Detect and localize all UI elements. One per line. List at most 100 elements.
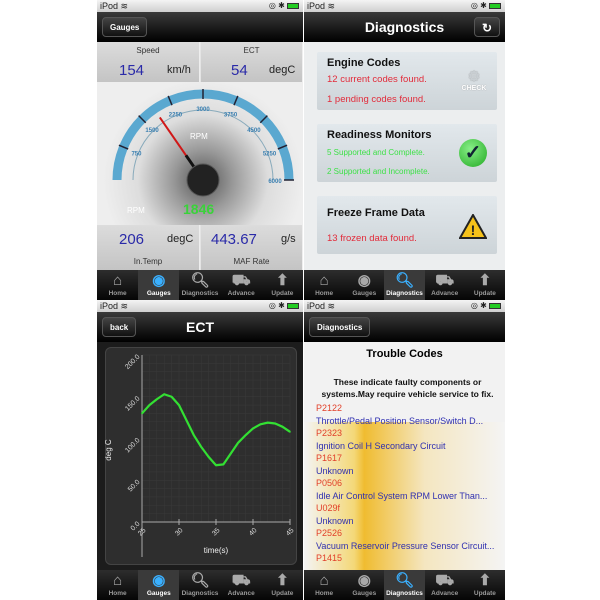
y-tick-label: 150.0 <box>124 395 141 412</box>
complete-text: 5 Supported and Complete. <box>327 148 425 157</box>
code-id: P2526 <box>316 528 343 538</box>
intake-temp-unit: degC <box>167 233 194 245</box>
tab-update[interactable]: ⬆ Update <box>465 270 505 300</box>
ect-data-point <box>237 441 239 444</box>
gauge-tick-label: 6000 <box>268 179 282 185</box>
pending-codes-text: 1 pending codes found. <box>327 94 426 105</box>
tab-advance[interactable]: ⛟ Advance <box>425 570 465 600</box>
arrow-up-icon: ⬆ <box>276 572 289 589</box>
wifi-icon: ≋ <box>327 301 336 311</box>
incomplete-text: 2 Supported and Incomplete. <box>327 167 430 176</box>
speed-box: Speed 154 km/h <box>97 42 200 82</box>
code-description: Vacuum Reservoir Pressure Sensor Circuit… <box>316 540 495 551</box>
trouble-code-row[interactable]: U029f Unknown <box>304 502 505 527</box>
trouble-code-row[interactable]: P2526 Vacuum Reservoir Pressure Sensor Ci… <box>304 527 505 552</box>
tab-label: Gauges <box>146 290 171 297</box>
tab-diagnostics[interactable]: 🔍︎ Diagnostics <box>384 270 425 300</box>
tab-gauges[interactable]: ◉ Gauges <box>344 570 384 600</box>
code-description: Ignition Coil H Secondary Circuit <box>316 440 446 451</box>
speed-unit: km/h <box>167 64 191 76</box>
tab-diagnostics[interactable]: 🔍︎ Diagnostics <box>179 570 220 600</box>
tab-diagnostics[interactable]: 🔍︎ Diagnostics <box>384 570 425 600</box>
x-tick-label: 35 <box>211 527 222 538</box>
status-bar: iPod ≋ ◎ ✱ <box>304 0 505 12</box>
code-id: P0506 <box>316 478 343 488</box>
battery-icon: ◎ ✱ <box>269 0 299 12</box>
car-icon: ⛟ <box>435 272 455 289</box>
ect-data-point <box>178 404 180 406</box>
tab-gauges[interactable]: ◉ Gauges <box>344 270 384 300</box>
ect-data-point <box>267 421 269 424</box>
magnifier-icon: 🔍︎ <box>190 272 210 289</box>
tab-label: Advance <box>227 290 255 297</box>
ect-data-point <box>193 434 195 436</box>
car-icon: ⛟ <box>231 572 251 589</box>
ect-data-point <box>156 398 158 401</box>
tab-gauges[interactable]: ◉ Gauges <box>138 570 180 600</box>
tab-update[interactable]: ⬆ Update <box>465 570 505 600</box>
tab-label: Diagnostics <box>181 290 219 297</box>
tab-label: Home <box>315 290 334 297</box>
gauge-icon: ◉ <box>357 272 371 289</box>
ect-unit: degC <box>269 64 296 76</box>
checkmark-icon: ✓ <box>459 139 487 167</box>
diagnostics-back-button[interactable]: Diagnostics <box>309 317 371 337</box>
tab-home[interactable]: ⌂ Home <box>97 270 138 300</box>
warning-icon: ! <box>459 214 487 239</box>
tab-label: Diagnostics <box>181 590 219 597</box>
gauge-icon: ◉ <box>152 272 166 289</box>
car-icon: ⛟ <box>231 272 251 289</box>
tab-label: Gauges <box>352 590 377 597</box>
gauges-button[interactable]: Gauges <box>102 17 148 37</box>
refresh-icon[interactable]: ↻ <box>473 17 500 37</box>
nav-bar: Diagnostics ↻ <box>304 12 505 42</box>
ect-value: 54 <box>231 62 248 79</box>
tab-home[interactable]: ⌂ Home <box>97 570 138 600</box>
ect-data-point <box>222 463 225 466</box>
tab-gauges[interactable]: ◉ Gauges <box>138 270 180 300</box>
tab-advance[interactable]: ⛟ Advance <box>221 270 262 300</box>
x-axis-label: time(s) <box>204 546 229 555</box>
speed-value: 154 <box>119 62 145 79</box>
y-axis-label: deg C <box>104 439 113 461</box>
tab-home[interactable]: ⌂ Home <box>304 270 344 300</box>
magnifier-icon: 🔍︎ <box>394 572 415 589</box>
tab-advance[interactable]: ⛟ Advance <box>221 570 262 600</box>
code-description: Unknown <box>316 465 354 476</box>
trouble-code-row[interactable]: P1617 Unknown <box>304 452 505 477</box>
readiness-card[interactable]: Readiness Monitors 5 Supported and Compl… <box>317 124 497 182</box>
wifi-icon: ≋ <box>327 1 336 11</box>
tab-label: Gauges <box>352 290 377 297</box>
wifi-icon: ≋ <box>120 1 129 11</box>
trouble-code-row[interactable]: P2122 Throttle/Pedal Position Sensor/Swit… <box>304 402 505 427</box>
code-id: U029f <box>316 503 341 513</box>
tab-label: Update <box>271 290 294 297</box>
tab-update[interactable]: ⬆ Update <box>262 270 303 300</box>
ect-label: ECT <box>243 46 260 55</box>
readiness-title: Readiness Monitors <box>327 129 432 141</box>
trouble-code-list: P2122 Throttle/Pedal Position Sensor/Swit… <box>304 402 505 565</box>
trouble-code-row[interactable]: P0506 Idle Air Control System RPM Lower T… <box>304 477 505 502</box>
tab-home[interactable]: ⌂ Home <box>304 570 344 600</box>
carrier-label: iPod <box>307 1 326 11</box>
trouble-code-row[interactable]: P2323 Ignition Coil H Secondary Circuit <box>304 427 505 452</box>
gauge-tick-label: 2250 <box>169 112 183 118</box>
intake-temp-value: 206 <box>119 231 145 248</box>
freeze-frame-title: Freeze Frame Data <box>327 207 425 219</box>
tab-advance[interactable]: ⛟ Advance <box>425 270 465 300</box>
tab-label: Update <box>473 590 496 597</box>
tab-update[interactable]: ⬆ Update <box>262 570 303 600</box>
engine-codes-card[interactable]: Engine Codes 12 current codes found. 1 p… <box>317 52 497 110</box>
home-icon: ⌂ <box>113 572 123 589</box>
svg-text:!: ! <box>471 222 476 238</box>
freeze-frame-card[interactable]: Freeze Frame Data 13 frozen data found. … <box>317 196 497 254</box>
ect-data-point <box>244 434 247 436</box>
maf-box: 443.67 g/s MAF Rate <box>201 225 303 270</box>
trouble-codes-screen: iPod ≋ ◎ ✱ Diagnostics Trouble Codes Thes… <box>304 300 505 600</box>
rpm-dial-label: RPM <box>190 132 208 141</box>
tab-diagnostics[interactable]: 🔍︎ Diagnostics <box>179 270 220 300</box>
x-tick-label: 30 <box>174 527 185 538</box>
trouble-code-row[interactable]: P1415 <box>304 552 505 565</box>
code-description: Idle Air Control System RPM Lower Than..… <box>316 490 488 501</box>
code-description: Throttle/Pedal Position Sensor/Switch D.… <box>316 415 484 426</box>
